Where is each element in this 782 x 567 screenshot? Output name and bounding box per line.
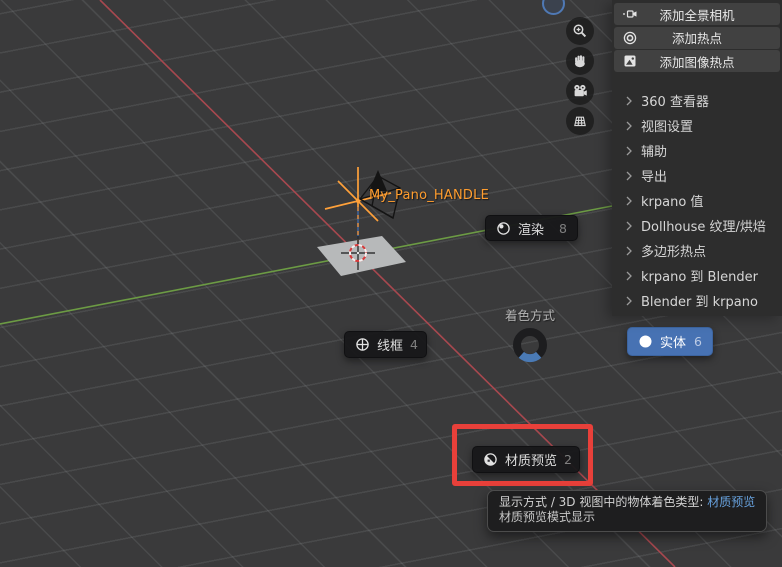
section-label: 辅助 — [641, 145, 668, 160]
panel-button-label: 添加全景相机 — [659, 7, 735, 23]
section-label: 视图设置 — [641, 120, 694, 135]
pie-item-rendered[interactable]: 渲染 8 — [485, 215, 578, 241]
chevron-right-icon — [626, 121, 632, 130]
section-helpers[interactable]: 辅助 — [612, 138, 782, 163]
section-view-settings[interactable]: 视图设置 — [612, 113, 782, 138]
tooltip-line2: 材质预览模式显示 — [499, 510, 596, 524]
pie-item-material-preview[interactable]: 材质预览 2 — [472, 446, 580, 473]
section-export[interactable]: 导出 — [612, 163, 782, 188]
pan-tool-button[interactable] — [566, 47, 594, 75]
blender-window: My_Pano_HANDLE 着色方式 渲染 8 线框 4 实体 6 材质预览 … — [0, 0, 782, 567]
section-krpano-to-blender[interactable]: krpano 到 Blender — [612, 263, 782, 288]
chevron-right-icon — [626, 196, 632, 205]
movie-camera-icon — [574, 84, 587, 97]
panel-button-label: 添加热点 — [671, 31, 722, 46]
section-label: Blender 到 krpano — [641, 295, 758, 310]
pie-item-label: 材质预览 — [505, 454, 558, 469]
plane-object[interactable] — [317, 236, 406, 276]
object-name-label: My_Pano_HANDLE — [369, 188, 489, 203]
orthographic-toggle-button[interactable] — [566, 107, 594, 135]
hand-icon — [575, 55, 585, 68]
panel-sections: 360 查看器 视图设置 辅助 导出 krpano 值 Dollhouse 纹理… — [612, 88, 782, 313]
chevron-right-icon — [626, 96, 632, 105]
chevron-right-icon — [626, 221, 632, 230]
section-label: krpano 到 Blender — [641, 270, 758, 285]
wireframe-shading-icon — [356, 338, 369, 351]
section-360-viewer[interactable]: 360 查看器 — [612, 88, 782, 113]
chevron-right-icon — [626, 246, 632, 255]
image-hotspot-icon — [624, 55, 636, 67]
panel-buttons: 添加全景相机 添加热点 添加图像热点 — [612, 0, 782, 72]
pie-center-ring — [513, 328, 547, 363]
section-polygon-hotspot[interactable]: 多边形热点 — [612, 238, 782, 263]
chevron-right-icon — [626, 146, 632, 155]
section-dollhouse-bake[interactable]: Dollhouse 纹理/烘焙 — [612, 213, 782, 238]
add-hotspot-button[interactable]: 添加热点 — [614, 26, 780, 49]
section-label: 360 查看器 — [641, 95, 709, 110]
section-label: 导出 — [641, 170, 668, 185]
pano-camera-icon — [623, 10, 637, 18]
section-label: 多边形热点 — [641, 245, 707, 260]
tooltip-line1: 显示方式 / 3D 视图中的物体着色类型: 材质预览 — [499, 495, 756, 509]
pie-item-label: 实体 — [660, 336, 687, 351]
shortcut-key: 6 — [694, 334, 702, 349]
magnifier-plus-icon — [573, 24, 587, 38]
section-krpano-values[interactable]: krpano 值 — [612, 188, 782, 213]
camera-view-button[interactable] — [566, 77, 594, 105]
chevron-right-icon — [626, 271, 632, 280]
perspective-grid-icon — [574, 116, 586, 127]
tooltip: 显示方式 / 3D 视图中的物体着色类型: 材质预览 材质预览模式显示 — [487, 490, 768, 532]
material-preview-shading-icon — [484, 453, 497, 466]
add-image-hotspot-button[interactable]: 添加图像热点 — [614, 50, 780, 72]
pie-menu-title: 着色方式 — [504, 308, 555, 323]
pie-item-wireframe[interactable]: 线框 4 — [344, 331, 427, 358]
tooltip-highlight-value: 材质预览 — [707, 495, 756, 509]
zoom-tool-button[interactable] — [566, 17, 594, 45]
pie-item-label: 渲染 — [518, 222, 545, 238]
section-blender-to-krpano[interactable]: Blender 到 krpano — [612, 288, 782, 313]
section-label: Dollhouse 纹理/烘焙 — [641, 220, 766, 235]
chevron-right-icon — [626, 171, 632, 180]
shortcut-key: 4 — [410, 337, 418, 352]
solid-shading-icon — [639, 335, 652, 348]
shortcut-key: 8 — [559, 220, 567, 236]
add-pano-camera-button[interactable]: 添加全景相机 — [614, 3, 780, 25]
pie-item-solid[interactable]: 实体 6 — [627, 327, 713, 356]
section-label: krpano 值 — [641, 195, 704, 210]
panel-button-label: 添加图像热点 — [659, 54, 735, 70]
shortcut-key: 2 — [564, 452, 572, 467]
pie-item-label: 线框 — [377, 339, 404, 354]
rendered-shading-icon — [497, 221, 510, 235]
hotspot-icon — [623, 31, 637, 44]
chevron-right-icon — [626, 296, 632, 305]
krpano-addon-panel: 添加全景相机 添加热点 添加图像热点 360 查看器 视图设置 辅助 导出 kr… — [612, 0, 782, 316]
